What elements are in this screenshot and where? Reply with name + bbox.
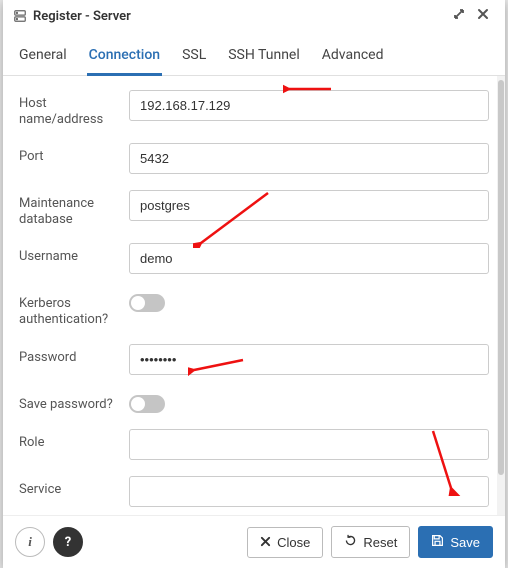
expand-button[interactable] <box>447 6 471 26</box>
save-label: Save <box>450 535 480 550</box>
maintdb-label: Maintenance database <box>19 190 129 227</box>
username-label: Username <box>19 243 129 265</box>
password-label: Password <box>19 344 129 366</box>
kerberos-label: Kerberos authentication? <box>19 290 129 327</box>
service-input[interactable] <box>129 476 489 507</box>
close-icon <box>260 535 271 550</box>
tab-ssl[interactable]: SSL <box>180 41 208 75</box>
role-label: Role <box>19 429 129 451</box>
tab-connection[interactable]: Connection <box>87 41 162 76</box>
host-input[interactable] <box>129 90 489 121</box>
service-label: Service <box>19 476 129 498</box>
tab-general[interactable]: General <box>17 41 69 75</box>
server-icon <box>13 9 27 23</box>
info-button[interactable]: i <box>15 527 45 557</box>
footer: i ? Close Reset Save <box>3 515 505 568</box>
info-icon: i <box>28 534 32 550</box>
close-button[interactable]: Close <box>247 527 323 558</box>
port-label: Port <box>19 143 129 165</box>
reset-button[interactable]: Reset <box>331 526 410 558</box>
dialog-title: Register - Server <box>33 9 447 24</box>
titlebar: Register - Server <box>3 0 505 33</box>
host-label: Host name/address <box>19 90 129 127</box>
username-input[interactable] <box>129 243 489 274</box>
savepwd-label: Save password? <box>19 391 129 413</box>
port-input[interactable] <box>129 143 489 174</box>
scrollbar[interactable] <box>497 76 505 515</box>
tabbar: General Connection SSL SSH Tunnel Advanc… <box>3 33 505 76</box>
password-input[interactable] <box>129 344 489 375</box>
save-icon <box>431 534 444 550</box>
reset-label: Reset <box>363 535 397 550</box>
form-area: Host name/address Port Maintenance datab… <box>3 76 505 515</box>
maintdb-input[interactable] <box>129 190 489 221</box>
tab-sshtunnel[interactable]: SSH Tunnel <box>226 41 302 75</box>
close-window-button[interactable] <box>471 6 495 26</box>
register-server-dialog: Register - Server General Connection SSL… <box>3 0 505 568</box>
role-input[interactable] <box>129 429 489 460</box>
scrollbar-thumb[interactable] <box>498 80 504 475</box>
close-label: Close <box>277 535 310 550</box>
help-icon: ? <box>65 535 71 550</box>
tab-advanced[interactable]: Advanced <box>320 41 386 75</box>
reset-icon <box>344 534 357 550</box>
help-button[interactable]: ? <box>53 527 83 557</box>
savepwd-toggle[interactable] <box>129 395 165 413</box>
save-button[interactable]: Save <box>418 526 493 558</box>
kerberos-toggle[interactable] <box>129 294 165 312</box>
